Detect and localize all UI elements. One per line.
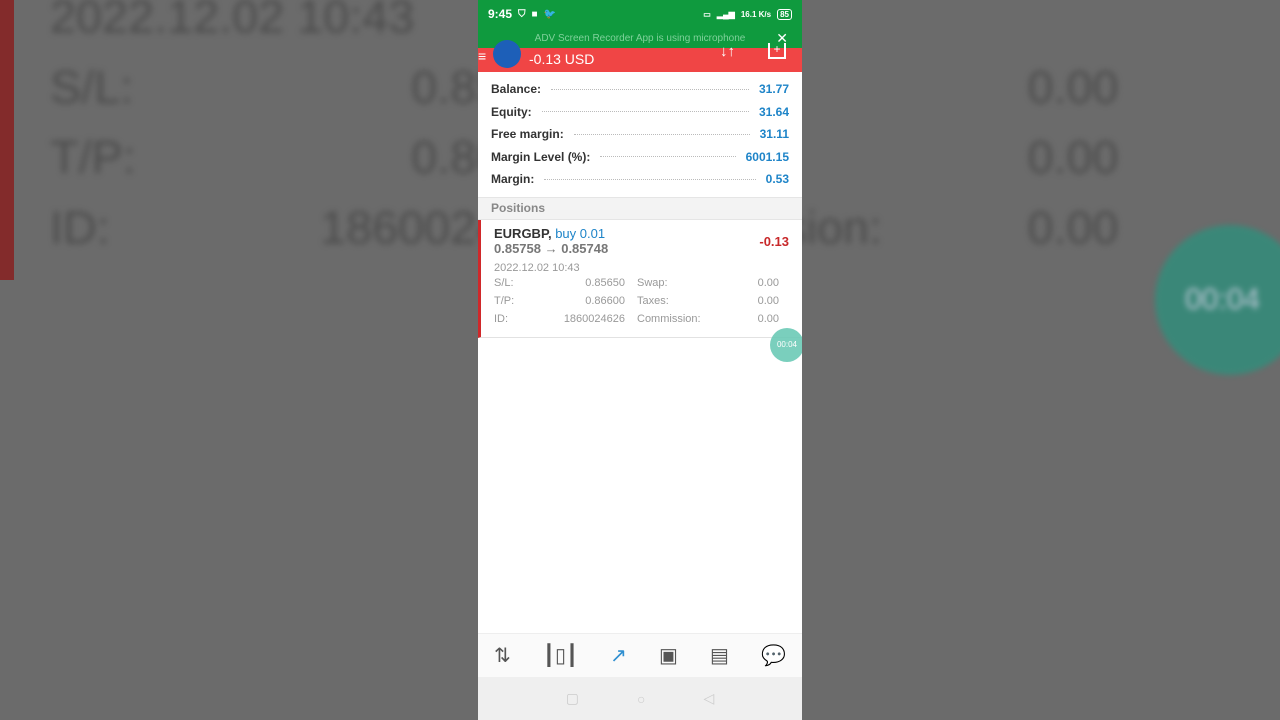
swap-value: 0.00 — [757, 276, 779, 289]
position-profit: -0.13 — [759, 233, 789, 249]
value: 31.64 — [758, 104, 789, 119]
news-icon[interactable]: ▤ — [710, 643, 729, 668]
system-nav-bar: ▢ ○ ◁ — [478, 677, 802, 720]
total-profit: -0.13 USD — [529, 51, 595, 67]
phone-screen: 9:45 ⛉ ■ 🐦 ▭ ▂▄▆ 16.1 K/s 85 ADV Screen … — [478, 0, 802, 720]
positions-header: Positions — [478, 196, 802, 220]
dots — [600, 156, 736, 158]
value: 0.53 — [765, 172, 789, 187]
position-prices: 0.85758 → 0.85748 — [494, 240, 609, 256]
label: Balance: — [491, 82, 542, 97]
clock: 9:45 — [488, 7, 513, 21]
broker-logo — [493, 40, 521, 68]
app-header: ≡ -0.13 USD ↓↑ + — [478, 40, 802, 72]
bg-taxes: 0.00 — [1027, 130, 1119, 185]
value: 6001.15 — [745, 149, 789, 164]
equity-row: Equity: 31.64 — [491, 101, 789, 124]
sl-label: S/L: — [494, 276, 514, 289]
dots — [541, 111, 749, 113]
position-date: 2022.12.02 10:43 — [494, 261, 580, 274]
chat-icon[interactable]: 💬 — [761, 643, 786, 668]
bottom-tab-bar: ⇅ ┃▯┃ ↗ ▣ ▤ 💬 — [478, 633, 802, 677]
label: Equity: — [491, 104, 532, 119]
menu-icon[interactable]: ≡ — [478, 48, 486, 64]
swap-label: Swap: — [637, 276, 668, 289]
tp-label: T/P: — [494, 294, 515, 307]
bg-id-label: ID: — [50, 200, 110, 255]
dots — [544, 178, 756, 180]
new-order-icon[interactable]: + — [768, 43, 786, 59]
history-icon[interactable]: ▣ — [659, 643, 678, 668]
twitter-icon: 🐦 — [543, 8, 557, 20]
network-speed: 16.1 K/s — [740, 9, 772, 19]
free-margin-row: Free margin: 31.11 — [491, 123, 789, 146]
commission-label: Commission: — [637, 312, 701, 325]
margin-level-row: Margin Level (%): 6001.15 — [491, 146, 789, 169]
chart-icon[interactable]: ┃▯┃ — [543, 643, 578, 668]
tp-value: 0.86600 — [585, 294, 625, 307]
notification-text: ADV Screen Recorder App is using microph… — [534, 32, 746, 44]
margin-row: Margin: 0.53 — [491, 168, 789, 191]
trade-icon[interactable]: ↗ — [610, 643, 627, 668]
bg-swap: 0.00 — [1027, 60, 1119, 115]
commission-value: 0.00 — [757, 312, 779, 325]
value: 31.11 — [759, 127, 789, 142]
taxes-label: Taxes: — [637, 294, 669, 307]
position-item[interactable]: EURGBP, buy 0.01 0.85758 → 0.85748 -0.13… — [478, 219, 802, 338]
bg-tp-label: T/P: — [50, 130, 136, 185]
label: Margin: — [491, 172, 535, 187]
sl-value: 0.85650 — [585, 276, 625, 289]
recents-icon[interactable]: ▢ — [566, 690, 579, 707]
recording-notification[interactable]: ADV Screen Recorder App is using microph… — [478, 28, 802, 48]
id-value: 1860024626 — [563, 312, 625, 325]
position-side: buy 0.01 — [555, 225, 606, 241]
cast-icon: ▭ — [703, 9, 711, 19]
position-symbol: EURGBP, — [494, 225, 552, 241]
dots — [551, 88, 749, 90]
back-icon[interactable]: ◁ — [703, 690, 714, 707]
value: 31.77 — [758, 82, 789, 97]
bg-commission: 0.00 — [1027, 200, 1119, 255]
balance-row: Balance: 31.77 — [491, 78, 789, 101]
status-bar: 9:45 ⛉ ■ 🐦 ▭ ▂▄▆ 16.1 K/s 85 — [478, 0, 802, 28]
label: Free margin: — [491, 127, 564, 142]
label: Margin Level (%): — [491, 149, 591, 164]
video-icon: ■ — [531, 8, 538, 20]
taxes-value: 0.00 — [757, 294, 779, 307]
signal-icon: ▂▄▆ — [716, 9, 735, 19]
battery-icon: 85 — [777, 8, 792, 20]
background-accent — [0, 0, 14, 280]
account-summary: Balance: 31.77 Equity: 31.64 Free margin: 3… — [478, 72, 802, 191]
sort-icon[interactable]: ↓↑ — [720, 43, 735, 60]
dots — [573, 133, 750, 135]
home-icon[interactable]: ○ — [637, 691, 645, 707]
recording-timer-bubble[interactable]: 00:04 — [770, 328, 802, 362]
bg-sl-label: S/L: — [50, 60, 134, 115]
brave-icon: ⛉ — [518, 8, 526, 20]
quotes-icon[interactable]: ⇅ — [494, 643, 511, 668]
bg-date: 2022.12.02 10:43 — [50, 0, 415, 45]
id-label: ID: — [494, 312, 509, 325]
